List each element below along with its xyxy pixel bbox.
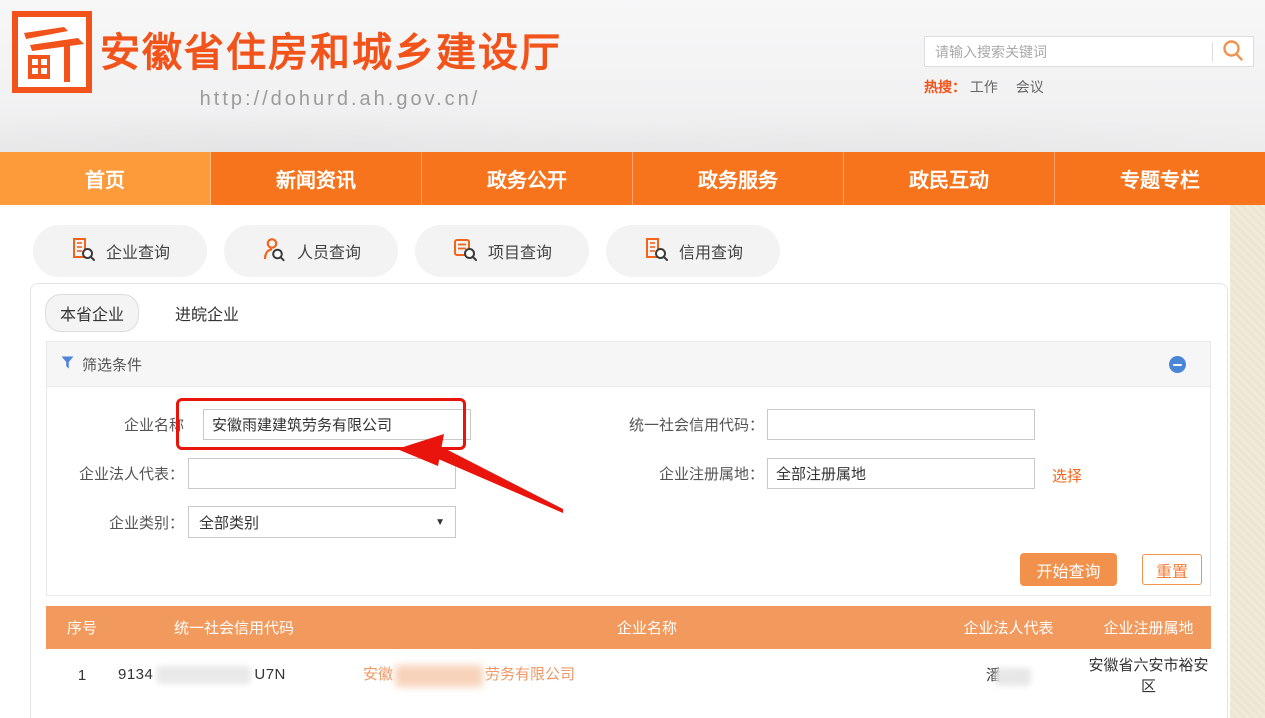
company-name-input[interactable] — [203, 409, 471, 440]
company-type-select[interactable]: 全部类别 ▼ — [188, 506, 456, 538]
legal-rep-label: 企业法人代表： — [62, 463, 184, 484]
nav-item-news[interactable]: 新闻资讯 — [211, 152, 422, 205]
hot-search-term[interactable]: 工作 — [970, 79, 998, 95]
col-header-location: 企业注册属地 — [1086, 617, 1211, 638]
col-header-legal-rep: 企业法人代表 — [931, 617, 1086, 638]
filter-title: 筛选条件 — [82, 354, 142, 375]
personnel-query-button[interactable]: 人员查询 — [224, 225, 398, 277]
query-tools-row: 企业查询 人员查询 项目查询 — [33, 225, 780, 277]
redaction-blur — [995, 668, 1031, 686]
start-query-button[interactable]: 开始查询 — [1020, 553, 1117, 586]
search-icon — [1222, 39, 1244, 64]
company-type-label: 企业类别： — [62, 512, 184, 533]
enterprise-query-button[interactable]: 企业查询 — [33, 225, 207, 277]
company-name-label: 企业名称 — [62, 414, 184, 435]
registration-area-label: 企业注册属地： — [547, 463, 764, 484]
filter-panel: 筛选条件 企业名称 统一社会信用代码： 企业法人代表： 企业注册属地： 选择 — [46, 341, 1211, 596]
search-box — [924, 36, 1254, 67]
collapse-minus-icon[interactable] — [1169, 356, 1186, 373]
chevron-down-icon: ▼ — [435, 517, 445, 528]
reset-button[interactable]: 重置 — [1142, 554, 1202, 585]
table-header-row: 序号 统一社会信用代码 企业名称 企业法人代表 企业注册属地 — [46, 606, 1211, 649]
content-card: 本省企业 进皖企业 筛选条件 企业名称 统一社会信用代码： — [30, 283, 1228, 718]
tool-pill-label: 信用查询 — [679, 239, 743, 263]
project-query-button[interactable]: 项目查询 — [415, 225, 589, 277]
redaction-blur — [156, 666, 251, 684]
tool-pill-label: 人员查询 — [297, 239, 361, 263]
site-logo-seal-icon — [12, 11, 92, 93]
enterprise-tabs: 本省企业 进皖企业 — [45, 294, 253, 332]
cell-company-name: 安徽劳务有限公司 — [363, 663, 931, 686]
tab-incoming-enterprises[interactable]: 进皖企业 — [161, 295, 253, 331]
site-url: http://dohurd.ah.gov.cn/ — [100, 88, 580, 111]
tab-local-enterprises[interactable]: 本省企业 — [45, 294, 139, 332]
main-nav: 首页 新闻资讯 政务公开 政务服务 政民互动 专题专栏 — [0, 152, 1265, 205]
tool-pill-label: 项目查询 — [488, 239, 552, 263]
cell-index: 1 — [46, 667, 118, 684]
cell-location: 安徽省六安市裕安区 — [1086, 654, 1211, 696]
credit-query-button[interactable]: 信用查询 — [606, 225, 780, 277]
hot-search-term[interactable]: 会议 — [1016, 79, 1044, 95]
nav-item-special-topics[interactable]: 专题专栏 — [1055, 152, 1265, 205]
nav-item-gov-disclosure[interactable]: 政务公开 — [422, 152, 633, 205]
table-row: 1 9134U7N 安徽劳务有限公司 潘 安徽省六安市裕安区 — [46, 649, 1211, 701]
hot-search-label: 热搜： — [924, 79, 966, 95]
col-header-credit-code: 统一社会信用代码 — [118, 617, 363, 638]
search-input[interactable] — [925, 37, 1212, 66]
credit-code-label: 统一社会信用代码： — [547, 414, 764, 435]
results-table: 序号 统一社会信用代码 企业名称 企业法人代表 企业注册属地 1 9134U7N… — [46, 606, 1211, 701]
company-type-value: 全部类别 — [199, 512, 259, 533]
filter-funnel-icon — [61, 356, 74, 373]
cell-credit-code: 9134U7N — [118, 666, 363, 684]
person-search-icon — [261, 236, 287, 267]
redaction-blur — [395, 665, 483, 687]
registration-area-input[interactable] — [767, 458, 1035, 489]
company-name-link[interactable]: 安徽劳务有限公司 — [363, 666, 575, 683]
choose-area-link[interactable]: 选择 — [1052, 465, 1082, 486]
col-header-company-name: 企业名称 — [363, 617, 931, 638]
site-title: 安徽省住房和城乡建设厅 — [100, 20, 580, 78]
cell-legal-rep: 潘 — [931, 664, 1086, 685]
legal-rep-input[interactable] — [188, 458, 456, 489]
nav-item-interaction[interactable]: 政民互动 — [844, 152, 1055, 205]
nav-item-home[interactable]: 首页 — [0, 152, 211, 205]
credit-code-input[interactable] — [767, 409, 1035, 440]
document-search-icon — [452, 236, 478, 267]
col-header-index: 序号 — [46, 617, 118, 638]
credit-search-icon — [643, 236, 669, 267]
building-search-icon — [70, 236, 96, 267]
tool-pill-label: 企业查询 — [106, 239, 170, 263]
site-header: 安徽省住房和城乡建设厅 http://dohurd.ah.gov.cn/ 热搜：… — [0, 0, 1265, 152]
search-button[interactable] — [1213, 37, 1253, 66]
page-background-strip — [1230, 205, 1265, 718]
nav-item-gov-services[interactable]: 政务服务 — [633, 152, 844, 205]
